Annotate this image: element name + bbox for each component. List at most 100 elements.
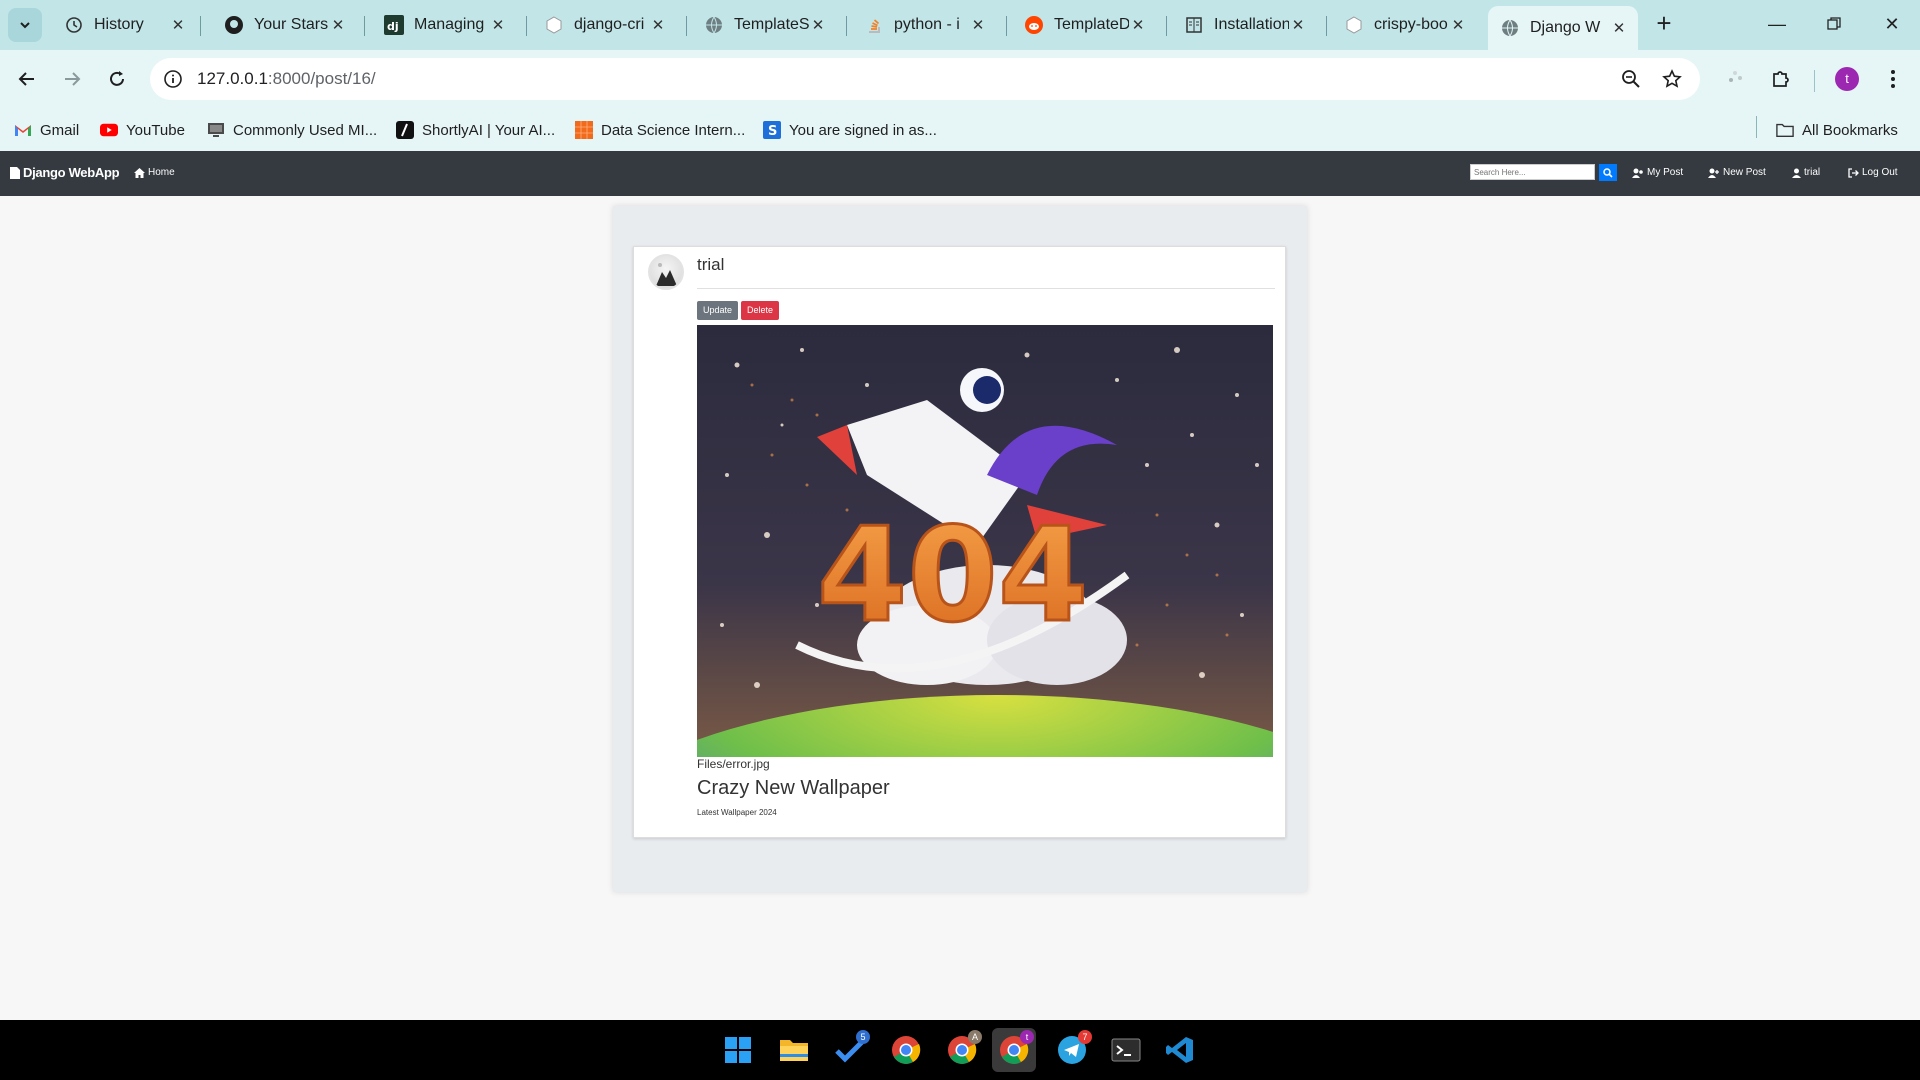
profile-a-badge: A bbox=[968, 1030, 982, 1044]
back-button[interactable] bbox=[11, 63, 43, 95]
site-search-input[interactable] bbox=[1470, 164, 1595, 180]
minimize-button[interactable]: — bbox=[1757, 6, 1797, 42]
bookmark-gmail[interactable]: Gmail bbox=[14, 118, 79, 142]
taskbar: 5 A t 7 bbox=[0, 1020, 1920, 1080]
site-search-button[interactable] bbox=[1599, 164, 1617, 181]
delete-button[interactable]: Delete bbox=[741, 301, 779, 320]
web-page: Django WebApp Home My Post New Post tria… bbox=[0, 151, 1920, 1020]
tab-separator bbox=[686, 16, 687, 36]
profile-button[interactable]: t bbox=[1832, 64, 1862, 94]
tab-your-stars[interactable]: Your Stars ✕ bbox=[212, 8, 357, 42]
bookmark-star-icon[interactable] bbox=[1661, 68, 1683, 90]
github-icon bbox=[224, 15, 244, 35]
zoom-icon[interactable] bbox=[1620, 68, 1642, 90]
post-author[interactable]: trial bbox=[697, 255, 724, 275]
close-icon[interactable]: ✕ bbox=[329, 16, 347, 34]
toolbar-separator bbox=[1814, 70, 1815, 92]
post-image: 404 bbox=[697, 325, 1273, 757]
tab-templated-reddit[interactable]: TemplateD ✕ bbox=[1012, 8, 1157, 42]
extension-loading-icon[interactable] bbox=[1720, 64, 1750, 94]
terminal-icon bbox=[1111, 1038, 1141, 1062]
bookmark-data-science[interactable]: Data Science Intern... bbox=[575, 118, 745, 142]
tab-history[interactable]: History ✕ bbox=[52, 8, 197, 42]
chrome-profile-a-button[interactable]: A bbox=[940, 1028, 984, 1072]
bookmark-signed-in[interactable]: S You are signed in as... bbox=[763, 118, 937, 142]
reload-button[interactable] bbox=[101, 63, 133, 95]
tab-label: Your Stars bbox=[254, 16, 329, 33]
address-bar[interactable]: 127.0.0.1:8000/post/16/ bbox=[150, 58, 1700, 100]
tab-label: History bbox=[94, 16, 144, 33]
terminal-button[interactable] bbox=[1104, 1028, 1148, 1072]
tab-label: Installation bbox=[1214, 16, 1289, 33]
cube-icon bbox=[544, 15, 564, 35]
close-icon[interactable]: ✕ bbox=[969, 16, 987, 34]
tab-django-webapp[interactable]: Django W ✕ bbox=[1488, 6, 1638, 50]
tab-search-button[interactable] bbox=[8, 8, 42, 42]
nav-my-post-link[interactable]: My Post bbox=[1632, 167, 1683, 178]
windows-start-button[interactable] bbox=[716, 1028, 760, 1072]
tab-separator bbox=[364, 16, 365, 36]
new-tab-button[interactable]: + bbox=[1650, 10, 1678, 38]
close-icon[interactable]: ✕ bbox=[1610, 19, 1628, 37]
bookmark-label: Gmail bbox=[40, 121, 80, 139]
bookmark-shortlyai[interactable]: ShortlyAI | Your AI... bbox=[396, 118, 555, 142]
close-icon[interactable]: ✕ bbox=[489, 16, 507, 34]
bookmark-youtube[interactable]: YouTube bbox=[100, 118, 185, 142]
tab-separator bbox=[526, 16, 527, 36]
user-plus-icon bbox=[1708, 168, 1719, 178]
todo-button[interactable]: 5 bbox=[828, 1028, 872, 1072]
tab-separator bbox=[1166, 16, 1167, 36]
telegram-button[interactable]: 7 bbox=[1050, 1028, 1094, 1072]
nav-new-post-link[interactable]: New Post bbox=[1708, 167, 1766, 178]
profile-avatar: t bbox=[1835, 67, 1859, 91]
bookmark-label: You are signed in as... bbox=[789, 121, 937, 139]
reload-icon bbox=[110, 71, 124, 86]
nav-home-link[interactable]: Home bbox=[134, 167, 175, 178]
close-window-button[interactable]: ✕ bbox=[1872, 6, 1912, 42]
all-bookmarks-button[interactable]: All Bookmarks bbox=[1776, 118, 1898, 142]
site-navbar: Django WebApp Home My Post New Post tria… bbox=[0, 151, 1920, 196]
nav-home-label: Home bbox=[148, 167, 175, 178]
close-icon[interactable]: ✕ bbox=[809, 16, 827, 34]
close-icon[interactable]: ✕ bbox=[649, 16, 667, 34]
close-icon[interactable]: ✕ bbox=[1289, 16, 1307, 34]
nav-my-post-label: My Post bbox=[1647, 167, 1684, 178]
bookmark-label: ShortlyAI | Your AI... bbox=[422, 121, 556, 139]
forward-button[interactable] bbox=[56, 63, 88, 95]
close-icon[interactable]: ✕ bbox=[169, 16, 187, 34]
orange-grid-icon bbox=[575, 121, 593, 139]
site-brand[interactable]: Django WebApp bbox=[10, 165, 120, 180]
author-avatar[interactable] bbox=[648, 254, 684, 290]
todo-badge: 5 bbox=[856, 1030, 870, 1044]
url-text[interactable]: 127.0.0.1:8000/post/16/ bbox=[197, 69, 376, 89]
sign-out-icon bbox=[1848, 167, 1859, 178]
bookmark-commonly-used[interactable]: Commonly Used MI... bbox=[207, 118, 377, 142]
file-explorer-button[interactable] bbox=[772, 1028, 816, 1072]
chrome-profile-t-button[interactable]: t bbox=[992, 1028, 1036, 1072]
close-icon[interactable]: ✕ bbox=[1449, 16, 1467, 34]
profile-t-badge: t bbox=[1020, 1030, 1034, 1044]
site-info-icon[interactable] bbox=[160, 66, 186, 92]
tab-crispy-bootstrap[interactable]: crispy-boo ✕ bbox=[1332, 8, 1477, 42]
chrome-menu-button[interactable] bbox=[1878, 64, 1908, 94]
chrome-button[interactable] bbox=[884, 1028, 928, 1072]
nav-user-label: trial bbox=[1804, 167, 1821, 178]
nav-user-link[interactable]: trial bbox=[1792, 167, 1820, 178]
nav-logout-link[interactable]: Log Out bbox=[1848, 167, 1898, 178]
close-icon[interactable]: ✕ bbox=[1129, 16, 1147, 34]
update-button[interactable]: Update bbox=[697, 301, 738, 320]
extensions-puzzle-icon[interactable] bbox=[1766, 64, 1796, 94]
tab-templates[interactable]: TemplateS ✕ bbox=[692, 8, 837, 42]
vscode-button[interactable] bbox=[1158, 1028, 1202, 1072]
browser-toolbar: 127.0.0.1:8000/post/16/ t bbox=[0, 50, 1920, 108]
arrow-left-icon bbox=[18, 72, 34, 86]
tab-django-crispy[interactable]: django-cri ✕ bbox=[532, 8, 677, 42]
tab-label: django-cri bbox=[574, 16, 645, 33]
user-group-icon bbox=[1632, 168, 1643, 178]
image-404-text: 404 bbox=[817, 499, 1088, 651]
restore-button[interactable] bbox=[1814, 6, 1854, 42]
post-card: trial Update Delete 404 Files/error.jpg … bbox=[633, 246, 1286, 838]
tab-python-stackoverflow[interactable]: python - i ✕ bbox=[852, 8, 997, 42]
tab-installation[interactable]: Installation ✕ bbox=[1172, 8, 1317, 42]
tab-managing[interactable]: dj Managing ✕ bbox=[372, 8, 517, 42]
